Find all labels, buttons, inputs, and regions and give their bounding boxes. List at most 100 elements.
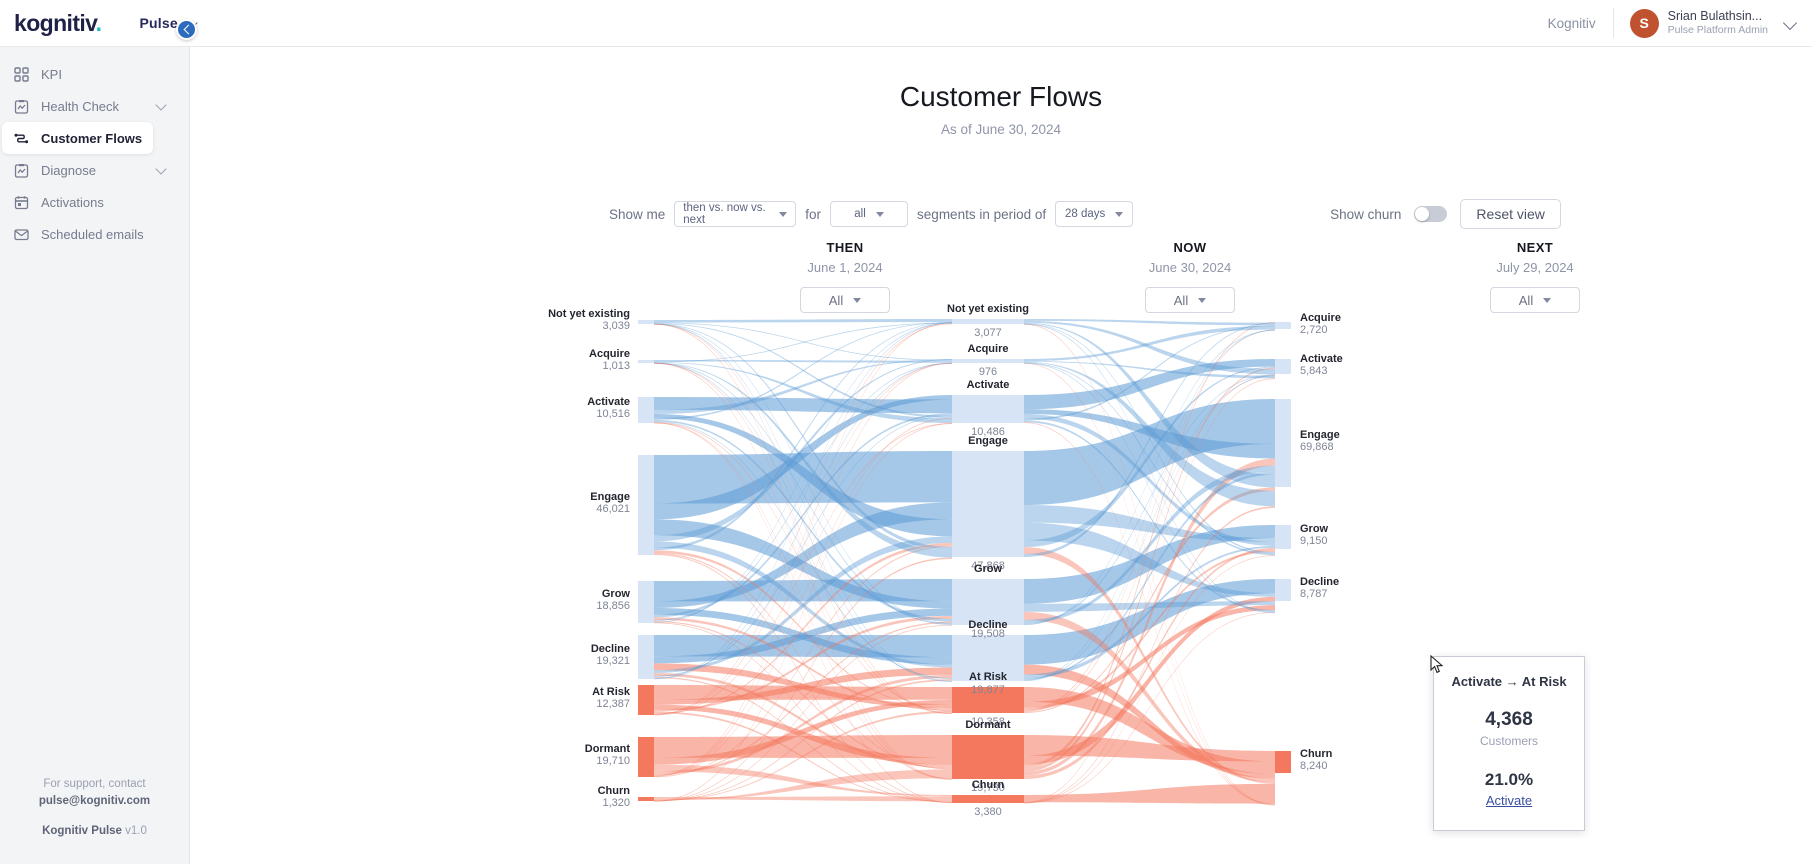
sankey-node-label: Grow 19,508 <box>912 563 1064 640</box>
sankey-node[interactable] <box>1275 579 1291 601</box>
node-value: 12,387 <box>596 698 630 710</box>
sankey-link[interactable] <box>654 362 952 780</box>
sankey-link[interactable] <box>654 769 952 801</box>
column-date: July 29, 2024 <box>1496 260 1574 275</box>
sankey-link[interactable] <box>654 322 952 361</box>
grid-icon <box>13 66 30 83</box>
node-value: 3,077 <box>974 327 1002 339</box>
tooltip-value: 4,368 <box>1485 709 1533 730</box>
brand-logo[interactable]: kognitiv. <box>14 10 102 37</box>
tooltip-title: Activate → At Risk <box>1451 674 1567 689</box>
node-name: Churn <box>1300 748 1333 760</box>
sankey-node[interactable] <box>638 737 654 777</box>
show-churn-toggle[interactable] <box>1414 206 1448 222</box>
header-right-group: Kognitiv S Srian Bulathsin... Pulse Plat… <box>1548 0 1812 47</box>
sankey-node[interactable] <box>638 455 654 555</box>
show-me-select[interactable]: then vs. now vs. next <box>674 201 797 227</box>
sidebar-collapse-button[interactable] <box>176 19 197 40</box>
sidebar-item-label: Scheduled emails <box>41 226 144 242</box>
chevron-down-icon <box>1115 211 1124 217</box>
sankey-node-label: Acquire 976 <box>912 343 1064 378</box>
sidebar-item-label: Health Check <box>41 98 120 114</box>
sidebar-item-health-check[interactable]: Health Check <box>2 90 179 122</box>
segments-value: all <box>854 208 866 220</box>
sankey-link[interactable] <box>654 322 952 363</box>
tooltip-link[interactable]: Activate <box>1486 793 1532 808</box>
top-header-bar: kognitiv. Pulse Kognitiv S Srian Bulaths… <box>0 0 1812 47</box>
sidebar-item-activations[interactable]: Activations <box>2 186 179 218</box>
sidebar-item-diagnose[interactable]: Diagnose <box>2 154 179 186</box>
sankey-node-label: Engage 47,868 <box>912 435 1064 572</box>
sankey-node-label: Not yet existing 3,077 <box>912 303 1064 339</box>
main-content: Customer Flows As of June 30, 2024 Show … <box>190 47 1812 864</box>
sidebar-item-scheduled-emails[interactable]: Scheduled emails <box>2 218 179 250</box>
sankey-node-label: Decline 19,321 <box>508 643 630 667</box>
sidebar-item-label: Customer Flows <box>41 130 143 146</box>
version-label: v1.0 <box>125 825 147 838</box>
node-name: At Risk <box>592 686 630 698</box>
node-name: Activate <box>966 379 1010 391</box>
sankey-node-label: Churn 3,380 <box>912 779 1064 818</box>
for-label: for <box>805 206 822 222</box>
sankey-node[interactable] <box>1275 322 1291 329</box>
reset-view-button[interactable]: Reset view <box>1460 199 1561 229</box>
node-name: Decline <box>968 619 1008 631</box>
sidebar-item-customer-flows[interactable]: Customer Flows <box>2 122 153 154</box>
node-value: 2,720 <box>1300 323 1328 336</box>
sankey-node[interactable] <box>952 735 1024 779</box>
sankey-node[interactable] <box>952 319 1024 324</box>
support-email[interactable]: pulse@kognitiv.com <box>0 793 189 810</box>
sankey-node-label: Not yet existing 3,039 <box>508 308 630 332</box>
now-filter-select[interactable]: All <box>1145 287 1235 313</box>
mouse-cursor-icon <box>1430 655 1444 674</box>
sankey-node[interactable] <box>1275 525 1291 549</box>
sankey-node[interactable] <box>1275 359 1291 374</box>
node-name: Engage <box>590 491 630 503</box>
sankey-node[interactable] <box>952 451 1024 557</box>
sankey-link[interactable] <box>654 735 952 758</box>
period-select[interactable]: 28 days <box>1055 201 1134 227</box>
node-name: Not yet existing <box>548 308 630 320</box>
clipboard-chart-icon <box>13 162 30 179</box>
user-role: Pulse Platform Admin <box>1667 24 1768 37</box>
column-date: June 1, 2024 <box>807 260 883 275</box>
sankey-node[interactable] <box>638 797 654 801</box>
node-name: Activate <box>1300 352 1343 365</box>
sankey-node[interactable] <box>638 397 654 423</box>
sankey-node[interactable] <box>638 581 654 623</box>
node-value: 10,516 <box>596 408 630 420</box>
chevron-down-icon <box>157 101 168 112</box>
sankey-node[interactable] <box>1275 751 1291 773</box>
sankey-node[interactable] <box>952 359 1024 363</box>
segments-select[interactable]: all <box>830 201 909 227</box>
node-name: Engage <box>968 435 1008 447</box>
node-value: 19,321 <box>596 655 630 667</box>
column-header-next: NEXT July 29, 2024 All <box>1445 240 1625 313</box>
sankey-node[interactable] <box>638 360 654 363</box>
node-name: Activate <box>587 396 630 408</box>
node-value: 3,039 <box>602 320 630 332</box>
filter-group: Show me then vs. now vs. next for all se… <box>609 201 1134 227</box>
user-menu[interactable]: S Srian Bulathsin... Pulse Platform Admi… <box>1614 8 1812 38</box>
sankey-node-label: Activate 10,516 <box>508 396 630 420</box>
then-filter-value: All <box>828 292 844 308</box>
node-name: Acquire <box>967 343 1009 355</box>
flow-tooltip: Activate → At Risk 4,368 Customers 21.0%… <box>1433 656 1585 831</box>
sankey-link[interactable] <box>654 319 952 323</box>
then-filter-select[interactable]: All <box>800 287 890 313</box>
sankey-node[interactable] <box>638 320 654 324</box>
sankey-node[interactable] <box>952 395 1024 423</box>
node-name: Dormant <box>965 719 1011 731</box>
node-value: 8,240 <box>1300 760 1328 772</box>
sankey-node[interactable] <box>638 635 654 679</box>
sidebar-item-kpi[interactable]: KPI <box>2 58 179 90</box>
sankey-node[interactable] <box>638 685 654 715</box>
sankey-node[interactable] <box>952 795 1024 803</box>
sankey-node[interactable] <box>1275 399 1291 487</box>
node-value: 1,013 <box>602 359 630 372</box>
next-filter-select[interactable]: All <box>1490 287 1580 313</box>
sankey-node-label: Engage 46,021 <box>508 491 630 515</box>
sankey-node-label: Decline 8,787 <box>1300 576 1430 600</box>
user-name: Srian Bulathsin... <box>1667 8 1763 23</box>
controls-bar: Show me then vs. now vs. next for all se… <box>190 199 1812 229</box>
